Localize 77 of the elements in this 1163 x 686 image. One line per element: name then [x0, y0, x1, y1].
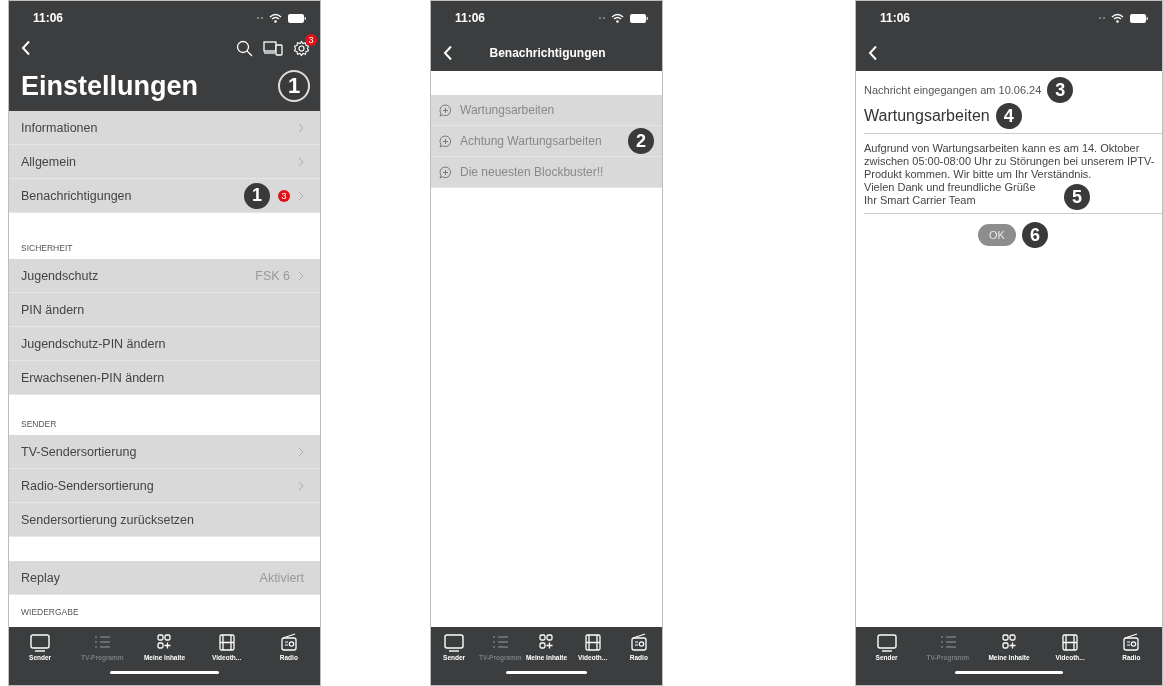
- settings-row[interactable]: Replay Aktiviert: [9, 561, 320, 595]
- tv-icon: [875, 633, 898, 652]
- row-label: Sendersortierung zurücksetzen: [21, 512, 195, 527]
- notification-title: Wartungsarbeiten: [460, 103, 556, 117]
- notification-title: Achtung Wartungsarbeiten: [460, 134, 603, 148]
- section-header: WIEDERGABE: [20, 606, 80, 619]
- chevron-right-icon: [298, 446, 304, 457]
- callout-number: 4: [995, 103, 1022, 129]
- row-label: Erwachsenen-PIN ändern: [21, 370, 166, 385]
- row-label: TV-Sendersortierung: [21, 444, 138, 459]
- settings-row[interactable]: Benachrichtigungen 1 3: [9, 179, 320, 213]
- status-time: 11:06: [880, 11, 912, 25]
- settings-row[interactable]: Jugendschutz FSK 6: [9, 259, 320, 293]
- row-label: Jugendschutz-PIN ändern: [21, 336, 167, 351]
- message-text: Vielen Dank und freundliche Grüße: [864, 181, 1036, 194]
- row-label: Informationen: [21, 120, 99, 135]
- callout-number: 2: [628, 128, 654, 154]
- chevron-right-icon: [298, 190, 304, 201]
- section-header: SICHERHEIT: [20, 242, 74, 255]
- battery-icon: [288, 13, 306, 23]
- row-label: Jugendschutz: [21, 268, 100, 283]
- settings-row[interactable]: Sendersortierung zurücksetzen: [9, 503, 320, 537]
- message-subject: Wartungsarbeiten: [864, 107, 990, 125]
- row-label: Radio-Sendersortierung: [21, 478, 155, 493]
- message-text: Aufgrund von Wartungsarbeiten kann es am 14. Oktober zwischen 05:00-08:00 Uhr zu Störungen bei unserem IPTV-Produkt kommen. Wir bitte um Ihr Verständnis.: [864, 142, 1156, 181]
- received-date: Nachricht eingegangen am 10.06.24: [864, 84, 1042, 96]
- back-icon[interactable]: [21, 40, 31, 56]
- chevron-right-icon: [298, 156, 304, 167]
- settings-row[interactable]: Jugendschutz-PIN ändern: [9, 327, 320, 361]
- signal-icon: [257, 16, 263, 20]
- chat-plus-icon: [439, 134, 452, 148]
- battery-icon: [630, 13, 648, 23]
- notification-row[interactable]: Achtung Wartungsarbeiten 2: [431, 126, 662, 157]
- chat-plus-icon: [439, 103, 452, 117]
- back-icon[interactable]: [443, 45, 453, 61]
- devices-icon[interactable]: [263, 40, 283, 56]
- notification-title: Die neuesten Blockbuster!!: [460, 165, 605, 179]
- wifi-icon: [611, 13, 624, 23]
- settings-row[interactable]: Informationen: [9, 111, 320, 145]
- battery-icon: [1130, 13, 1148, 23]
- settings-row[interactable]: TV-Sendersortierung: [9, 435, 320, 469]
- callout-number: 1: [244, 182, 270, 209]
- wifi-icon: [1111, 13, 1124, 23]
- tv-icon: [29, 633, 52, 652]
- row-value: FSK 6: [255, 268, 290, 283]
- settings-row[interactable]: Radio-Sendersortierung: [9, 469, 320, 503]
- callout-number: 6: [1021, 222, 1048, 248]
- screen-title: Benachrichtigungen: [488, 46, 607, 60]
- settings-row[interactable]: Erwachsenen-PIN ändern: [9, 361, 320, 395]
- message-text: Ihr Smart Carrier Team: [864, 194, 976, 207]
- chevron-right-icon: [298, 122, 304, 133]
- settings-row[interactable]: PIN ändern: [9, 293, 320, 327]
- page-title: Einstellungen: [21, 70, 199, 102]
- notification-badge: 3: [305, 33, 317, 46]
- row-label: Benachrichtigungen: [21, 188, 133, 203]
- row-value: Aktiviert: [259, 570, 304, 585]
- callout-number: 1: [278, 70, 310, 102]
- back-icon[interactable]: [868, 45, 878, 61]
- row-label: PIN ändern: [21, 302, 86, 317]
- callout-number: 5: [1064, 184, 1090, 210]
- signal-icon: [1099, 16, 1105, 20]
- signal-icon: [599, 16, 605, 20]
- tv-icon: [443, 633, 466, 652]
- chat-plus-icon: [439, 165, 452, 179]
- chevron-right-icon: [298, 480, 304, 491]
- row-label: Allgemein: [21, 154, 77, 169]
- status-time: 11:06: [455, 11, 487, 25]
- status-time: 11:06: [33, 11, 65, 25]
- notification-badge: 3: [278, 189, 290, 202]
- settings-row[interactable]: Allgemein: [9, 145, 320, 179]
- chevron-right-icon: [298, 270, 304, 281]
- section-header: SENDER: [20, 418, 58, 431]
- row-label: Replay: [21, 570, 61, 585]
- settings-icon[interactable]: [293, 39, 310, 57]
- callout-number: 3: [1047, 77, 1074, 103]
- wifi-icon: [269, 13, 282, 23]
- search-icon[interactable]: [236, 39, 253, 57]
